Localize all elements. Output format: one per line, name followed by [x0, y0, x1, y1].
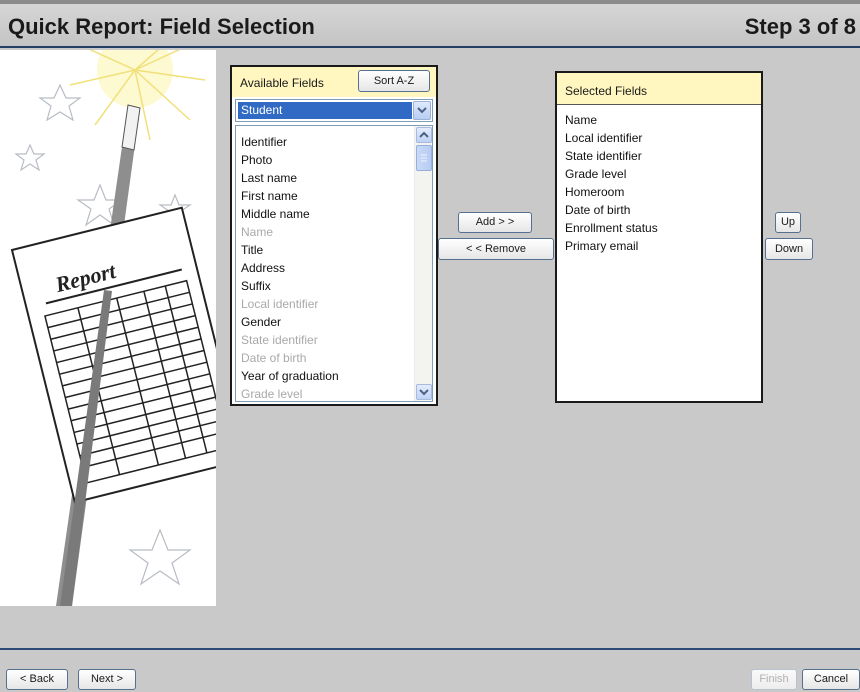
list-item[interactable]: Local identifier	[241, 295, 411, 313]
field-category-select[interactable]: Student	[235, 99, 433, 122]
cancel-button-label: Cancel	[813, 673, 849, 685]
report-sheet-icon: Report	[10, 206, 216, 504]
list-item[interactable]: Title	[241, 241, 411, 259]
selected-fields-list[interactable]: Name Local identifier State identifier Grad…	[565, 111, 755, 255]
move-up-button[interactable]: Up	[775, 212, 801, 233]
field-category-value: Student	[238, 102, 412, 119]
selected-fields-label: Selected Fields	[565, 84, 648, 98]
chevron-up-icon	[419, 131, 429, 138]
list-item[interactable]: State identifier	[565, 147, 755, 165]
list-item[interactable]: Name	[565, 111, 755, 129]
add-button-label: Add > >	[475, 216, 515, 228]
list-item[interactable]: Grade level	[241, 385, 411, 401]
selected-fields-panel: Selected Fields Name Local identifier Stat…	[555, 71, 763, 403]
up-button-label: Up	[780, 216, 796, 228]
list-item[interactable]: Suffix	[241, 277, 411, 295]
report-wand-illustration-icon: Report	[10, 50, 216, 606]
available-fields-items: Identifier Photo Last name First name Middle…	[241, 133, 411, 401]
available-fields-header: Available Fields Sort A-Z	[232, 67, 436, 97]
next-button-label: Next >	[90, 673, 124, 685]
list-item[interactable]: Last name	[241, 169, 411, 187]
list-item[interactable]: State identifier	[241, 331, 411, 349]
chevron-down-icon	[417, 107, 427, 114]
list-item[interactable]: Identifier	[241, 133, 411, 151]
list-item[interactable]: Address	[241, 259, 411, 277]
list-item[interactable]: Local identifier	[565, 129, 755, 147]
back-button[interactable]: < Back	[6, 669, 68, 690]
next-button[interactable]: Next >	[78, 669, 136, 690]
list-item[interactable]: Gender	[241, 313, 411, 331]
list-item[interactable]: Date of birth	[565, 201, 755, 219]
selected-fields-header: Selected Fields	[557, 73, 761, 105]
list-item[interactable]: Date of birth	[241, 349, 411, 367]
dropdown-button[interactable]	[413, 101, 431, 120]
chevron-down-icon	[419, 389, 429, 396]
available-fields-list[interactable]: Identifier Photo Last name First name Middle…	[235, 125, 433, 402]
step-indicator: Step 3 of 8	[744, 14, 856, 39]
scroll-thumb[interactable]	[416, 145, 432, 171]
available-fields-label: Available Fields	[240, 76, 324, 90]
footer-divider	[0, 648, 860, 650]
list-item[interactable]: Homeroom	[565, 183, 755, 201]
remove-button-label: < < Remove	[466, 242, 526, 255]
list-item[interactable]: Name	[241, 223, 411, 241]
quick-report-wizard: Quick Report: Field Selection Step 3 of …	[0, 0, 860, 692]
list-item[interactable]: Year of graduation	[241, 367, 411, 385]
list-item[interactable]: Middle name	[241, 205, 411, 223]
scroll-down-button[interactable]	[416, 384, 432, 400]
sort-a-z-button[interactable]: Sort A-Z	[358, 70, 430, 92]
add-field-button[interactable]: Add > >	[458, 212, 532, 233]
sort-button-label: Sort A-Z	[373, 74, 415, 87]
available-fields-scrollbar[interactable]	[414, 126, 432, 401]
list-item[interactable]: Enrollment status	[565, 219, 755, 237]
back-button-label: < Back	[20, 673, 54, 685]
move-down-button[interactable]: Down	[765, 238, 813, 260]
grip-icon	[421, 154, 427, 162]
report-illustration: Report	[0, 50, 216, 606]
scroll-up-button[interactable]	[416, 127, 432, 143]
remove-field-button[interactable]: < < Remove	[438, 238, 554, 260]
list-item[interactable]: Grade level	[565, 165, 755, 183]
down-button-label: Down	[774, 242, 804, 255]
wizard-header: Quick Report: Field Selection Step 3 of …	[0, 0, 860, 48]
page-title: Quick Report: Field Selection	[8, 14, 315, 39]
list-item[interactable]: Primary email	[565, 237, 755, 255]
finish-button[interactable]: Finish	[751, 669, 797, 690]
list-item[interactable]: First name	[241, 187, 411, 205]
list-item[interactable]: Photo	[241, 151, 411, 169]
available-fields-panel: Available Fields Sort A-Z Student Identi…	[230, 65, 438, 406]
finish-button-label: Finish	[759, 673, 789, 685]
cancel-button[interactable]: Cancel	[802, 669, 860, 690]
